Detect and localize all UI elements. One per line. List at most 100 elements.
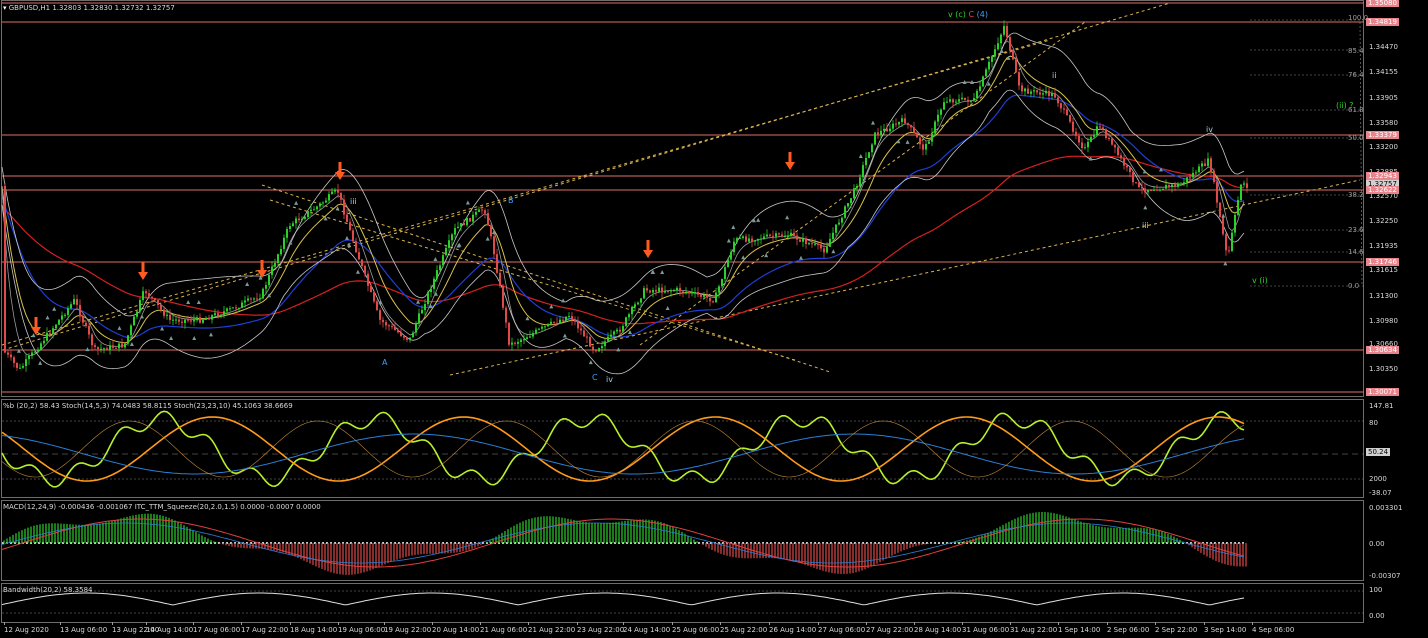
stoch-axis-80: 80 — [1369, 419, 1378, 427]
candle-body — [76, 299, 78, 305]
candle-body — [709, 297, 711, 302]
ema-grey-line — [1, 40, 1245, 356]
candle-body — [304, 216, 306, 219]
candle-body — [850, 198, 852, 204]
stochastic-pane[interactable]: %b (20,2) 58.43 Stoch(14,5,3) 74.0483 58… — [0, 399, 1428, 498]
candle-body — [7, 352, 9, 355]
candle-body — [784, 236, 786, 238]
time-axis-label: 26 Aug 14:00 — [769, 626, 817, 634]
candle-body — [1090, 136, 1092, 142]
candle-body — [739, 238, 741, 240]
candle-body — [706, 295, 708, 298]
candle-body — [163, 309, 165, 316]
candle-body — [895, 123, 897, 125]
candle-body — [673, 290, 675, 292]
candle-body — [181, 321, 183, 323]
price-chart-pane[interactable]: ▾ GBPUSD,H1 1.32803 1.32830 1.32732 1.32… — [0, 0, 1428, 397]
candle-body — [220, 314, 222, 317]
candle-body — [835, 224, 837, 233]
fractal-marker — [999, 48, 1004, 53]
bandwidth-pane[interactable]: Bandwidth(20,2) 58.3584 100 0.00 — [0, 583, 1428, 623]
candle-body — [397, 330, 399, 333]
candle-body — [202, 319, 204, 323]
candle-body — [487, 213, 489, 226]
stochastic-canvas[interactable] — [0, 399, 1428, 498]
candle-body — [943, 102, 945, 110]
time-axis-label: 31 Aug 22:00 — [1010, 626, 1058, 634]
candle-body — [250, 298, 252, 300]
candle-body — [232, 307, 234, 309]
candle-body — [1189, 177, 1191, 179]
candle-body — [538, 328, 540, 330]
candle-body — [1126, 165, 1128, 168]
bandwidth-canvas[interactable] — [0, 583, 1428, 623]
fractal-marker — [665, 306, 670, 310]
candle-body — [1201, 163, 1203, 167]
orange-arrow-stem — [788, 152, 792, 162]
candle-body — [865, 157, 867, 166]
candle-body — [1096, 126, 1098, 135]
macd-pane[interactable]: MACD(12,24,9) -0.000436 -0.001067 ITC_TT… — [0, 500, 1428, 581]
candle-body — [382, 319, 384, 323]
fractal-marker — [1221, 213, 1226, 218]
candle-body — [640, 298, 642, 303]
candle-body — [160, 305, 162, 310]
candle-body — [1150, 190, 1152, 192]
candle-body — [187, 319, 189, 321]
candle-body — [1147, 190, 1149, 193]
candle-body — [1012, 50, 1014, 60]
candle-body — [10, 354, 12, 358]
candle-body — [400, 332, 402, 337]
candle-body — [175, 319, 177, 321]
fibonacci-level-label: 61.8 — [1348, 106, 1364, 114]
candle-body — [610, 334, 612, 337]
candle-body — [1057, 97, 1059, 104]
candle-body — [859, 177, 861, 186]
candle-body — [616, 329, 618, 332]
candle-body — [601, 346, 603, 349]
candle-body — [871, 144, 873, 153]
candle-body — [889, 128, 891, 132]
candle-body — [880, 130, 882, 135]
orange-arrow-stem — [338, 162, 342, 172]
candle-body — [358, 252, 360, 260]
time-axis-label: 12 Aug 2020 — [4, 626, 49, 634]
candle-body — [823, 248, 825, 253]
candle-body — [643, 288, 645, 299]
fractal-marker — [433, 257, 438, 262]
candle-body — [121, 343, 123, 348]
candle-body — [319, 203, 321, 207]
wave-label-top: v (c) C (4) — [948, 10, 988, 19]
candle-body — [1213, 170, 1215, 183]
candle-body — [388, 325, 390, 327]
candle-body — [1027, 88, 1029, 94]
candle-body — [562, 319, 564, 321]
time-axis-label: 19 Aug 06:00 — [338, 626, 386, 634]
price-chart-canvas[interactable] — [0, 0, 1428, 397]
candle-body — [139, 300, 141, 312]
fractal-marker — [355, 269, 360, 274]
candle-body — [874, 132, 876, 145]
candle-body — [1204, 163, 1206, 166]
candle-body — [22, 365, 24, 368]
candle-body — [463, 223, 465, 226]
macd-canvas[interactable] — [0, 500, 1428, 581]
candle-body — [892, 123, 894, 129]
fractal-marker — [16, 348, 21, 353]
candle-body — [1066, 109, 1068, 116]
candle-body — [244, 300, 246, 303]
candle-body — [583, 330, 585, 337]
candle-body — [148, 293, 150, 297]
fractal-marker — [192, 336, 197, 340]
fractal-marker — [208, 332, 213, 337]
candle-body — [262, 288, 264, 299]
candle-body — [1003, 26, 1005, 35]
candle-body — [178, 319, 180, 322]
dropdown-triangle-icon[interactable]: ▾ — [3, 4, 7, 12]
candle-body — [1135, 182, 1137, 184]
candle-body — [55, 324, 57, 329]
candle-body — [952, 99, 954, 103]
candle-body — [274, 262, 276, 267]
candle-body — [235, 307, 237, 309]
candle-body — [355, 241, 357, 253]
